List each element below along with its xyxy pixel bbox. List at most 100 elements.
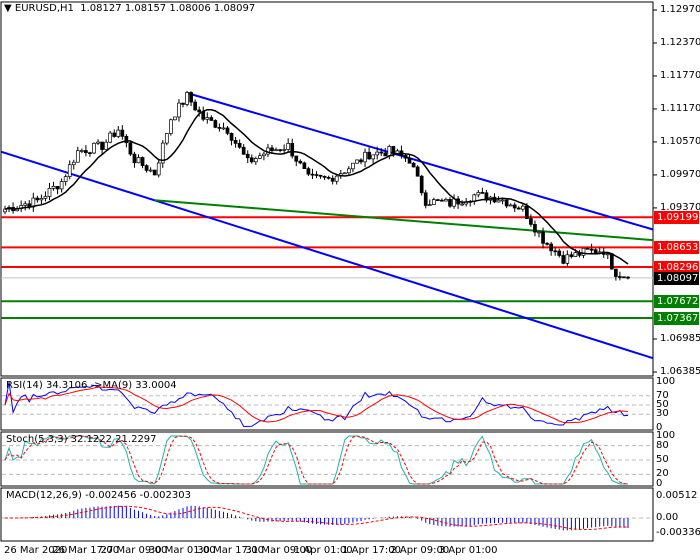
candle-body xyxy=(282,149,286,151)
indicator-axis-label: 50 xyxy=(656,454,669,465)
candle-body xyxy=(245,153,250,159)
candle-body xyxy=(310,173,315,176)
candle-body xyxy=(156,162,161,176)
candle-body xyxy=(379,151,384,154)
menu-arrow-icon[interactable]: ▼ xyxy=(4,3,12,14)
level-price-tag: 1.09199 xyxy=(654,211,699,225)
candle-body xyxy=(460,203,464,206)
candle-body xyxy=(480,192,485,194)
candle-body xyxy=(589,248,594,251)
candle-body xyxy=(342,172,347,175)
candle-body xyxy=(496,199,501,203)
candle-body xyxy=(197,109,202,113)
candle-body xyxy=(330,177,335,182)
close-value: 1.08097 xyxy=(213,3,256,14)
candle-body xyxy=(237,143,242,148)
candle-body xyxy=(43,196,48,199)
indicator-axis-label: 0.00512 xyxy=(656,490,698,501)
candle-body xyxy=(205,117,210,120)
moving-average-line xyxy=(4,108,629,265)
candle-body xyxy=(258,155,262,159)
candle-body xyxy=(541,231,545,244)
candle-body xyxy=(383,152,388,157)
candle-body xyxy=(221,127,226,130)
candle-body xyxy=(359,159,363,163)
trendline xyxy=(154,199,654,242)
candle-body xyxy=(395,150,400,154)
candle-body xyxy=(59,181,64,190)
level-price-tag: 1.07367 xyxy=(654,312,699,326)
candle-body xyxy=(144,165,149,171)
candle-body xyxy=(108,132,113,143)
candle-body xyxy=(209,117,214,121)
candle-body xyxy=(185,92,189,105)
candle-body xyxy=(23,203,28,206)
candle-body xyxy=(306,168,311,175)
main-panel-frame xyxy=(0,1,654,377)
candle-body xyxy=(75,150,80,163)
price-axis-label: 1.06985 xyxy=(660,333,700,345)
price-axis-label: 1.12370 xyxy=(660,36,700,48)
candle-body xyxy=(286,143,291,150)
candle-body xyxy=(39,198,44,201)
high-value: 1.08157 xyxy=(124,3,167,14)
candle-body xyxy=(504,199,509,207)
candle-body xyxy=(440,199,444,202)
indicator-axis-label: 100 xyxy=(656,376,676,387)
candle-body xyxy=(545,242,549,245)
candle-body xyxy=(334,175,339,182)
candle-body xyxy=(508,204,513,207)
candle-body xyxy=(537,231,541,234)
candle-body xyxy=(593,249,598,254)
candle-body xyxy=(229,132,234,141)
candle-body xyxy=(569,254,574,257)
candle-body xyxy=(347,168,351,174)
candle-body xyxy=(241,146,246,155)
symbol-label: EURUSD,H1 xyxy=(14,3,74,14)
candle-body xyxy=(116,129,121,137)
candle-body xyxy=(128,142,133,155)
candle-body xyxy=(213,120,218,128)
candle-body xyxy=(605,253,610,256)
candle-body xyxy=(47,188,52,197)
candle-body xyxy=(618,276,622,278)
candle-body xyxy=(375,151,380,156)
candle-body xyxy=(136,157,141,164)
candle-body xyxy=(322,175,327,178)
candle-body xyxy=(391,146,396,154)
candle-body xyxy=(270,147,274,152)
chart-window[interactable]: ▼ EURUSD,H1 1.08127 1.08157 1.08006 1.08… xyxy=(0,0,700,560)
candle-body xyxy=(565,254,570,264)
candle-body xyxy=(529,218,533,225)
time-axis-label: 3 Apr 01:00 xyxy=(438,545,498,556)
candle-body xyxy=(444,199,448,202)
candle-body xyxy=(148,169,153,172)
candle-body xyxy=(181,102,185,105)
candle-body xyxy=(298,160,303,164)
candle-body xyxy=(387,146,392,157)
candle-body xyxy=(557,250,562,256)
candle-body xyxy=(318,174,323,177)
candle-body xyxy=(363,151,367,163)
candle-body xyxy=(533,224,537,233)
candle-body xyxy=(249,157,254,163)
candle-body xyxy=(51,186,56,189)
candle-body xyxy=(314,174,319,176)
candle-body xyxy=(177,102,181,118)
candle-body xyxy=(436,199,440,201)
chart-canvas[interactable] xyxy=(0,0,700,560)
open-value: 1.08127 xyxy=(80,3,122,14)
rsi-label: RSI(14) 34.3106 ->MA(9) 33.0004 xyxy=(6,380,177,391)
candle-body xyxy=(411,162,416,168)
level-price-tag: 1.07672 xyxy=(654,295,699,309)
candle-body xyxy=(294,155,299,162)
indicator-axis-label: 30 xyxy=(656,408,669,420)
candle-body xyxy=(225,127,230,134)
candle-body xyxy=(262,153,266,157)
candle-body xyxy=(173,116,177,121)
current-price-tag: 1.08097 xyxy=(654,271,699,285)
candle-body xyxy=(585,247,590,250)
indicator-axis-label: 0.00 xyxy=(656,512,679,523)
candle-body xyxy=(35,197,40,201)
candle-body xyxy=(622,276,626,279)
